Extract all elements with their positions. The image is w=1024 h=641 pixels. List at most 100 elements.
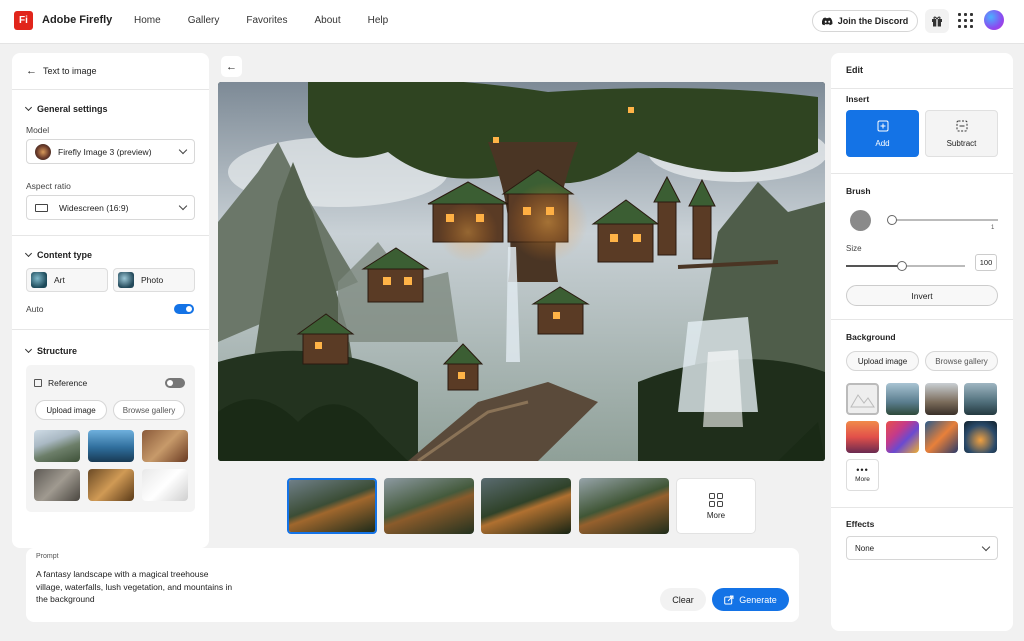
generated-image[interactable] [218, 82, 825, 461]
structure-thumbnail-4[interactable] [34, 469, 80, 501]
invert-button[interactable]: Invert [846, 285, 998, 306]
brush-hardness-slider[interactable] [891, 219, 998, 221]
main-nav: Home Gallery Favorites About Help [134, 15, 415, 26]
structure-thumbnail-2[interactable] [88, 430, 134, 462]
background-thumbnail-7[interactable] [925, 421, 958, 453]
variation-thumbnail-1[interactable] [287, 478, 377, 534]
background-upload-image-button[interactable]: Upload image [846, 351, 919, 371]
nav-home[interactable]: Home [134, 15, 161, 26]
background-more-label: More [855, 476, 870, 483]
nav-gallery[interactable]: Gallery [188, 15, 220, 26]
structure-thumbnail-1[interactable] [34, 430, 80, 462]
content-type-art[interactable]: Art [26, 268, 108, 292]
structure-box: Reference Upload image Browse gallery [26, 365, 195, 512]
back-button[interactable]: ← [221, 56, 242, 77]
generate-button[interactable]: Generate [712, 588, 789, 611]
background-thumbnail-5[interactable] [846, 421, 879, 453]
edit-title: Edit [846, 65, 863, 75]
structure-thumbnail-3[interactable] [142, 430, 188, 462]
avatar[interactable] [984, 10, 1004, 30]
variation-thumbnail-3[interactable] [481, 478, 571, 534]
more-variations-button[interactable]: More [676, 478, 756, 534]
general-settings-header[interactable]: General settings [24, 103, 108, 114]
model-thumbnail-icon [35, 143, 51, 160]
adobe-firefly-logo[interactable]: Fi [14, 11, 33, 30]
aspect-ratio-select[interactable]: Widescreen (16:9) [26, 195, 195, 220]
brush-title: Brush [846, 186, 871, 196]
background-thumbnail-8[interactable] [964, 421, 997, 453]
brush-size-input[interactable]: 100 [975, 254, 997, 271]
photo-thumbnail [118, 272, 134, 288]
top-bar: Fi Adobe Firefly Home Gallery Favorites … [0, 0, 1024, 44]
structure-thumbnail-6[interactable] [142, 469, 188, 501]
effects-select[interactable]: None [846, 536, 998, 560]
structure-header[interactable]: Structure [24, 345, 78, 356]
prompt-input[interactable]: A fantasy landscape with a magical treeh… [36, 568, 236, 606]
divider [831, 319, 1013, 320]
content-type-photo[interactable]: Photo [113, 268, 195, 292]
aspect-ratio-value: Widescreen (16:9) [59, 202, 129, 213]
app-name[interactable]: Adobe Firefly [42, 14, 112, 26]
background-thumbnail-2[interactable] [886, 383, 919, 415]
background-thumbnail-6[interactable] [886, 421, 919, 453]
model-value: Firefly Image 3 (preview) [58, 146, 152, 157]
arrow-left-icon: ← [26, 65, 37, 77]
chevron-down-icon [24, 103, 33, 112]
background-thumbnail-4[interactable] [964, 383, 997, 415]
brush-hardness-knob[interactable] [887, 215, 897, 225]
widescreen-icon [35, 203, 48, 212]
brush-size-fill [846, 265, 900, 267]
model-select[interactable]: Firefly Image 3 (preview) [26, 139, 195, 164]
content-type-header[interactable]: Content type [24, 249, 92, 260]
background-thumbnail-none[interactable] [846, 383, 879, 415]
auto-toggle[interactable] [174, 304, 194, 314]
join-discord-button[interactable]: Join the Discord [812, 10, 918, 32]
clear-button[interactable]: Clear [660, 588, 706, 611]
text-to-image-back[interactable]: ← Text to image [26, 65, 97, 77]
more-label: More [706, 510, 726, 520]
divider [831, 88, 1013, 89]
art-thumbnail [31, 272, 47, 288]
generate-icon [724, 595, 734, 604]
gift-icon [932, 16, 942, 27]
structure-browse-gallery-button[interactable]: Browse gallery [113, 400, 185, 420]
insert-add-button[interactable]: Add [846, 110, 919, 157]
transparent-pattern-icon [850, 394, 875, 408]
chevron-down-icon [178, 145, 188, 155]
nav-about[interactable]: About [315, 15, 341, 26]
reference-label: Reference [48, 378, 88, 388]
panel-title: Text to image [43, 66, 97, 76]
app-switcher-icon[interactable] [957, 12, 973, 28]
prompt-label: Prompt [36, 553, 59, 560]
photo-label: Photo [141, 275, 164, 285]
general-settings-title: General settings [37, 104, 108, 114]
variation-thumbnail-2[interactable] [384, 478, 474, 534]
content-type-title: Content type [37, 250, 92, 260]
background-browse-gallery-button[interactable]: Browse gallery [925, 351, 998, 371]
arrow-left-icon: ← [226, 60, 237, 73]
right-edit-panel: Edit Insert Add Subtract Brush 1 Size 10… [831, 53, 1013, 631]
insert-subtract-button[interactable]: Subtract [925, 110, 998, 157]
generate-label: Generate [739, 594, 777, 605]
divider [12, 329, 209, 330]
add-brush-icon [877, 120, 888, 131]
nav-help[interactable]: Help [368, 15, 389, 26]
reference-toggle[interactable] [165, 378, 185, 388]
brush-size-knob[interactable] [897, 261, 907, 271]
structure-thumbnail-5[interactable] [88, 469, 134, 501]
variation-thumbnail-4[interactable] [579, 478, 669, 534]
nav-favorites[interactable]: Favorites [246, 15, 287, 26]
structure-upload-image-button[interactable]: Upload image [35, 400, 107, 420]
gift-button[interactable] [925, 9, 949, 33]
chevron-down-icon [981, 542, 991, 552]
grid-icon [709, 492, 723, 507]
background-thumbnail-3[interactable] [925, 383, 958, 415]
effects-value: None [855, 543, 875, 553]
brush-hardness-max: 1 [991, 225, 995, 231]
discord-label: Join the Discord [837, 16, 909, 26]
background-more-button[interactable]: ••• More [846, 459, 879, 491]
add-label: Add [875, 138, 890, 148]
structure-title: Structure [37, 346, 78, 356]
fantasy-treehouse-artwork [218, 82, 825, 461]
model-label: Model [26, 125, 50, 135]
